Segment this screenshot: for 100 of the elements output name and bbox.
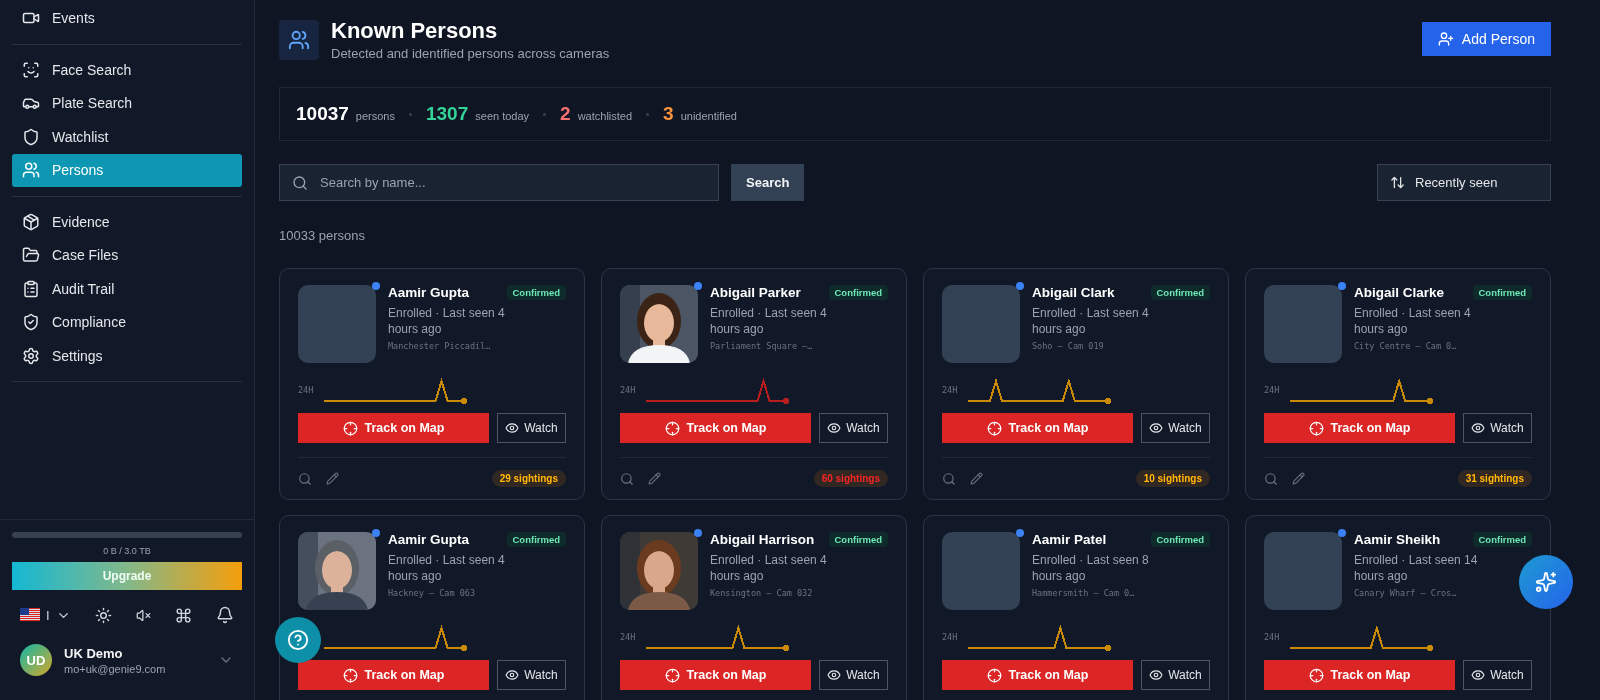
pencil-icon[interactable] [970, 472, 983, 485]
nav-icon [22, 346, 40, 365]
bell-icon[interactable] [216, 606, 234, 624]
camera-location: Manchester Piccadil… [388, 341, 492, 351]
search-icon[interactable] [620, 471, 634, 486]
watch-button[interactable]: Watch [1141, 413, 1210, 443]
mute-icon[interactable] [135, 607, 151, 623]
status-badge: Confirmed [506, 532, 566, 547]
page-subtitle: Detected and identified persons across cameras [331, 46, 610, 61]
watch-button[interactable]: Watch [819, 413, 888, 443]
status-badge: Confirmed [828, 532, 888, 547]
range-label: 24H [620, 632, 637, 642]
track-on-map-button[interactable]: Track on Map [298, 660, 489, 690]
person-meta: Enrolled · Last seen 4 hours ago [388, 305, 506, 337]
crosshair-icon [986, 420, 1002, 436]
camera-location: Kensington — Cam 032 [710, 588, 814, 598]
nav-item[interactable]: Plate Search [12, 87, 242, 120]
crosshair-icon [1308, 667, 1324, 683]
storage-reading: 0 B / 3.0 TB [102, 546, 152, 556]
search-button[interactable]: Search [731, 164, 805, 201]
command-icon[interactable] [174, 606, 192, 624]
nav-item[interactable]: Face Search [12, 53, 242, 86]
question-icon [287, 629, 309, 651]
track-on-map-button[interactable]: Track on Map [942, 660, 1133, 690]
stat-label: unidentified [680, 110, 737, 122]
person-name: Aamir Gupta [388, 532, 469, 547]
search-icon[interactable] [298, 471, 312, 486]
nav-item[interactable]: Events [12, 2, 242, 35]
watch-button[interactable]: Watch [1463, 413, 1532, 443]
sparkles-icon [1535, 571, 1557, 593]
watch-button[interactable]: Watch [1141, 660, 1210, 690]
user-avatar: UD [20, 644, 52, 676]
nav-icon [22, 313, 40, 332]
stat-label: seen today [475, 110, 530, 122]
sightings-badge: 60 sightings [813, 470, 888, 487]
track-on-map-button[interactable]: Track on Map [620, 413, 811, 443]
eye-icon [505, 668, 520, 682]
search-icon[interactable] [1264, 471, 1278, 486]
pencil-icon[interactable] [648, 472, 661, 485]
camera-location: Canary Wharf — Cros… [1354, 588, 1458, 598]
range-label: 24H [620, 385, 637, 395]
person-meta: Enrolled · Last seen 4 hours ago [388, 552, 506, 584]
crosshair-icon [342, 420, 358, 436]
user-plus-icon [1437, 31, 1454, 47]
nav-item[interactable]: Case Files [12, 239, 242, 272]
stat-value: 1307 [426, 103, 469, 125]
person-name: Aamir Gupta [388, 285, 469, 300]
track-on-map-button[interactable]: Track on Map [942, 413, 1133, 443]
status-dot [694, 529, 702, 537]
crosshair-icon [664, 420, 680, 436]
status-badge: Confirmed [1150, 532, 1210, 547]
range-label: 24H [942, 632, 959, 642]
status-dot [1016, 529, 1024, 537]
pencil-icon[interactable] [326, 472, 339, 485]
watch-button[interactable]: Watch [497, 413, 566, 443]
status-badge: Confirmed [1472, 285, 1532, 300]
track-on-map-button[interactable]: Track on Map [298, 413, 489, 443]
search-field[interactable]: Search by name... [279, 164, 719, 201]
range-label: 24H [1264, 632, 1281, 642]
users-icon [279, 19, 319, 60]
sightings-badge: 31 sightings [1457, 470, 1532, 487]
nav-icon [22, 60, 40, 79]
nav-item[interactable]: Watchlist [12, 120, 242, 153]
nav-item[interactable]: Compliance [12, 306, 242, 339]
nav-icon [22, 246, 40, 265]
stat-value: 2 [560, 103, 571, 125]
camera-location: City Centre — Cam 0… [1354, 341, 1458, 351]
track-on-map-button[interactable]: Track on Map [1264, 660, 1455, 690]
language-selector[interactable]: I [20, 607, 71, 623]
camera-location: Hammersmith — Cam 0… [1032, 588, 1136, 598]
eye-icon [827, 668, 842, 682]
crosshair-icon [986, 667, 1002, 683]
status-dot [1338, 529, 1346, 537]
nav-item[interactable]: Settings [12, 339, 242, 372]
camera-location: Hackney — Cam 063 [388, 588, 476, 598]
sun-icon[interactable] [94, 606, 112, 624]
add-person-button[interactable]: Add Person [1421, 22, 1551, 56]
person-meta: Enrolled · Last seen 4 hours ago [710, 305, 828, 337]
pencil-icon[interactable] [1292, 472, 1305, 485]
track-on-map-button[interactable]: Track on Map [1264, 413, 1455, 443]
person-name: Abigail Clarke [1354, 285, 1445, 300]
assistant-button[interactable] [1519, 555, 1573, 609]
search-icon[interactable] [942, 471, 956, 486]
watch-button[interactable]: Watch [819, 660, 888, 690]
user-email: mo+uk@genie9.com [64, 662, 167, 675]
sort-dropdown[interactable]: Recently seen [1377, 164, 1551, 201]
eye-icon [827, 421, 842, 435]
watch-button[interactable]: Watch [497, 660, 566, 690]
search-icon [292, 175, 308, 191]
person-name: Abigail Harrison [710, 532, 815, 547]
stat-value: 3 [663, 103, 674, 125]
nav-item[interactable]: Audit Trail [12, 272, 242, 305]
track-on-map-button[interactable]: Track on Map [620, 660, 811, 690]
watch-button[interactable]: Watch [1463, 660, 1532, 690]
stat-label: persons [355, 110, 395, 122]
eye-icon [1471, 668, 1486, 682]
person-name: Abigail Parker [710, 285, 801, 300]
nav-item[interactable]: Evidence [12, 205, 242, 238]
status-badge: Confirmed [828, 285, 888, 300]
status-dot [1338, 282, 1346, 290]
